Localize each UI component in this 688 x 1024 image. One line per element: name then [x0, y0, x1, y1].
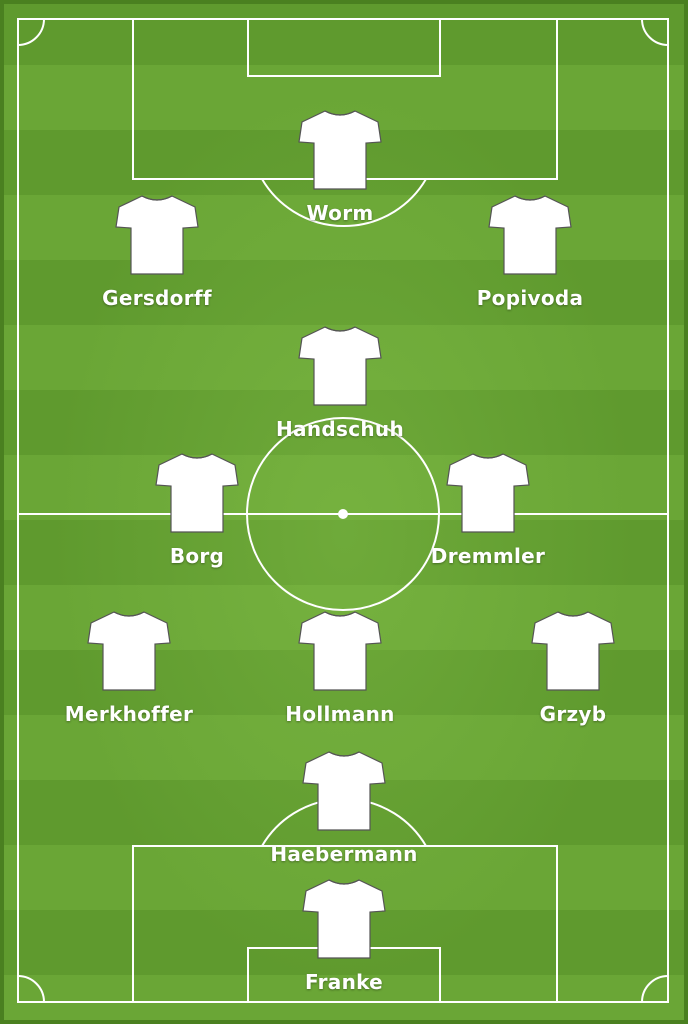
player-name: Borg	[169, 544, 225, 568]
player-handschuh[interactable]: Handschuh	[250, 325, 430, 441]
corner-arc-top-left	[17, 18, 45, 46]
player-popivoda[interactable]: Popivoda	[440, 194, 620, 310]
player-name: Haebermann	[270, 842, 418, 866]
player-name: Dremmler	[430, 544, 546, 568]
shirt-icon	[298, 611, 382, 691]
player-name: Gersdorff	[102, 286, 212, 310]
shirt-icon	[298, 326, 382, 406]
player-name: Merkhoffer	[64, 702, 194, 726]
player-haebermann[interactable]: Haebermann	[254, 750, 434, 866]
player-hollmann[interactable]: Hollmann	[250, 610, 430, 726]
player-name: Handschuh	[276, 417, 404, 441]
player-name: Hollmann	[285, 702, 395, 726]
shirt-icon	[302, 751, 386, 831]
shirt-icon	[446, 453, 530, 533]
player-name: Grzyb	[539, 702, 607, 726]
football-pitch: Worm Gersdorff Popivoda Handschuh Borg D…	[0, 0, 688, 1024]
player-dremmler[interactable]: Dremmler	[398, 452, 578, 568]
shirt-icon	[302, 879, 386, 959]
shirt-icon	[488, 195, 572, 275]
player-merkhoffer[interactable]: Merkhoffer	[39, 610, 219, 726]
player-name: Popivoda	[476, 286, 584, 310]
shirt-icon	[531, 611, 615, 691]
shirt-icon	[115, 195, 199, 275]
corner-arc-bottom-right	[641, 975, 669, 1003]
top-goal-box	[247, 18, 441, 77]
player-grzyb[interactable]: Grzyb	[483, 610, 663, 726]
player-name: Franke	[304, 970, 384, 994]
corner-arc-bottom-left	[17, 975, 45, 1003]
player-borg[interactable]: Borg	[107, 452, 287, 568]
center-spot	[338, 509, 348, 519]
shirt-icon	[298, 110, 382, 190]
player-gersdorff[interactable]: Gersdorff	[67, 194, 247, 310]
shirt-icon	[87, 611, 171, 691]
player-worm[interactable]: Worm	[250, 109, 430, 225]
player-franke[interactable]: Franke	[254, 878, 434, 994]
player-name: Worm	[306, 201, 374, 225]
shirt-icon	[155, 453, 239, 533]
corner-arc-top-right	[641, 18, 669, 46]
